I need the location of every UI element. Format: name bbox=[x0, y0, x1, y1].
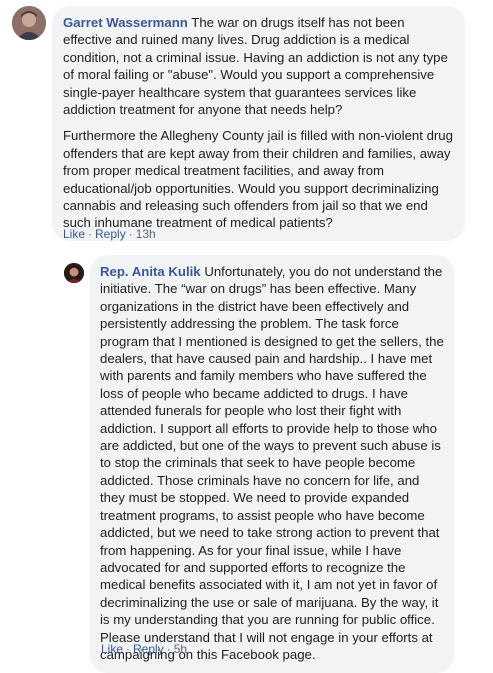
separator: · bbox=[166, 642, 171, 656]
like-button[interactable]: Like bbox=[101, 642, 123, 656]
separator: · bbox=[128, 227, 133, 241]
comment-paragraph: Garret Wassermann The war on drugs itsel… bbox=[63, 14, 453, 118]
avatar[interactable] bbox=[64, 263, 84, 283]
comment-bubble: Rep. Anita Kulik Unfortunately, you do n… bbox=[90, 255, 454, 673]
profile-photo-icon bbox=[12, 6, 46, 40]
comment-timestamp[interactable]: 13h bbox=[136, 227, 156, 241]
separator: · bbox=[126, 642, 131, 656]
reply-button[interactable]: Reply bbox=[133, 642, 164, 656]
comment-author[interactable]: Rep. Anita Kulik bbox=[100, 264, 201, 279]
comment-text: Furthermore the Allegheny County jail is… bbox=[63, 128, 453, 231]
comment-actions: Like · Reply · 13h bbox=[63, 227, 156, 241]
like-button[interactable]: Like bbox=[63, 227, 85, 241]
profile-photo-icon bbox=[64, 263, 84, 283]
comment-actions: Like · Reply · 5h bbox=[101, 642, 187, 656]
comment-text: The war on drugs itself has not been eff… bbox=[63, 15, 448, 118]
comment-bubble: Garret Wassermann The war on drugs itsel… bbox=[52, 6, 465, 241]
comment-timestamp[interactable]: 5h bbox=[174, 642, 187, 656]
avatar[interactable] bbox=[12, 6, 46, 40]
separator: · bbox=[88, 227, 93, 241]
comment-text: Unfortunately, you do not understand the… bbox=[100, 264, 444, 662]
comment-author[interactable]: Garret Wassermann bbox=[63, 15, 188, 30]
comment-paragraph: Rep. Anita Kulik Unfortunately, you do n… bbox=[100, 263, 444, 663]
reply-button[interactable]: Reply bbox=[95, 227, 126, 241]
